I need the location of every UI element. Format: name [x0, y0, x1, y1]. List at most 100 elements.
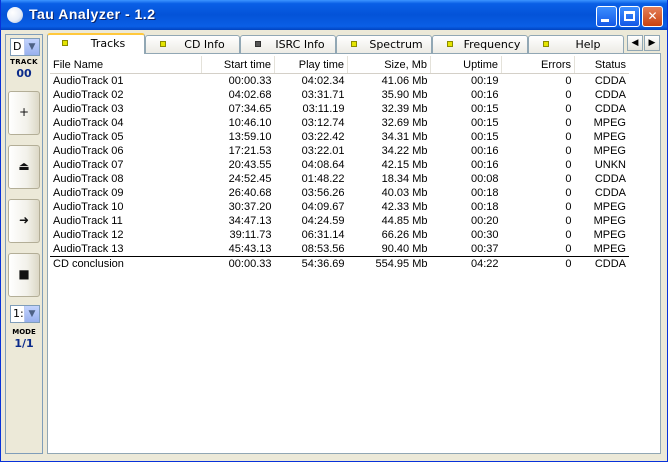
eject-button[interactable]: ⏏ — [8, 145, 40, 189]
cell-play-time: 03:11.19 — [302, 103, 345, 115]
app-icon[interactable] — [7, 7, 23, 23]
track-label: TRACK — [10, 58, 38, 66]
cell-errors: 0 — [565, 173, 572, 185]
next-button[interactable]: ➜ — [8, 199, 40, 243]
tab-frequency[interactable]: Frequency — [432, 35, 528, 53]
cell-status: CDDA — [594, 187, 626, 199]
minimize-button[interactable] — [596, 6, 617, 27]
cell-size: 44.85 Mb — [381, 215, 428, 227]
column-header-size[interactable]: Size, Mb — [347, 56, 431, 74]
cell-size: 42.33 Mb — [381, 201, 428, 213]
stop-button[interactable]: ■ — [8, 253, 40, 297]
tab-scroll-right-button[interactable]: ▶ — [644, 35, 660, 51]
table-row[interactable]: AudioTrack 04 10:46.10 03:12.74 32.69 Mb 00:… — [50, 116, 629, 130]
column-header-file-name[interactable]: File Name — [50, 56, 202, 74]
mode-select[interactable]: 1: ▼ — [10, 305, 40, 323]
tab-tracks[interactable]: Tracks — [47, 33, 145, 54]
table-row[interactable]: AudioTrack 10 30:37.20 04:09.67 42.33 Mb 00:… — [50, 200, 629, 214]
chevron-down-icon[interactable]: ▼ — [24, 39, 39, 55]
column-header-start-time[interactable]: Start time — [201, 56, 275, 74]
cell-file-name: AudioTrack 04 — [53, 117, 124, 129]
tab-label: ISRC Info — [275, 38, 325, 51]
cell-status: MPEG — [593, 145, 626, 157]
tab-cd-info[interactable]: CD Info — [145, 35, 240, 53]
cell-start-time: 30:37.20 — [228, 201, 272, 213]
cell-file-name: CD conclusion — [50, 256, 202, 271]
cell-status: CDDA — [574, 256, 629, 271]
cell-errors: 0 — [565, 215, 572, 227]
cell-start-time: 04:02.68 — [228, 89, 272, 101]
status-led-icon — [255, 41, 261, 47]
tab-spectrum[interactable]: Spectrum — [336, 35, 432, 53]
tab-strip: Tracks CD Info ISRC Info Spectrum Freque… — [47, 33, 661, 54]
table-row[interactable]: AudioTrack 03 07:34.65 03:11.19 32.39 Mb 00:… — [50, 102, 629, 116]
close-button[interactable]: ✕ — [642, 6, 663, 27]
eject-icon: ⏏ — [18, 159, 30, 173]
status-led-icon — [351, 41, 357, 47]
chevron-down-icon[interactable]: ▼ — [24, 306, 39, 322]
cell-play-time: 54:36.69 — [274, 256, 348, 271]
table-row[interactable]: AudioTrack 11 34:47.13 04:24.59 44.85 Mb 00:… — [50, 214, 629, 228]
table-row[interactable]: AudioTrack 13 45:43.13 08:53.56 90.40 Mb 00:… — [50, 242, 629, 257]
table-row[interactable]: AudioTrack 12 39:11.73 06:31.14 66.26 Mb 00:… — [50, 228, 629, 242]
mode-number: 1/1 — [14, 337, 34, 350]
column-header-status[interactable]: Status — [574, 56, 629, 74]
cell-size: 42.15 Mb — [381, 159, 428, 171]
add-button[interactable]: + — [8, 91, 40, 135]
minimize-icon — [601, 19, 609, 22]
left-control-panel: D ▼ TRACK 00 + ⏏ ➜ ■ 1: ▼ MODE 1/1 — [5, 34, 43, 454]
status-led-icon — [447, 41, 453, 47]
cell-size: 18.34 Mb — [381, 173, 428, 185]
cell-file-name: AudioTrack 07 — [53, 159, 124, 171]
summary-row[interactable]: CD conclusion 00:00.33 54:36.69 554.95 Mb 04… — [50, 256, 629, 271]
tab-label: Help — [575, 38, 601, 51]
cell-uptime: 00:08 — [470, 173, 499, 185]
maximize-button[interactable] — [619, 6, 640, 27]
column-header-play-time[interactable]: Play time — [274, 56, 348, 74]
cell-uptime: 00:30 — [470, 229, 499, 241]
table-row[interactable]: AudioTrack 08 24:52.45 01:48.22 18.34 Mb 00:… — [50, 172, 629, 186]
table-row[interactable]: AudioTrack 07 20:43.55 04:08.64 42.15 Mb 00:… — [50, 158, 629, 172]
cell-play-time: 04:02.34 — [301, 75, 345, 87]
tracks-table: File Name Start time Play time Size, Mb … — [50, 56, 629, 271]
column-header-errors[interactable]: Errors — [501, 56, 575, 74]
cell-start-time: 13:59.10 — [228, 131, 272, 143]
table-row[interactable]: AudioTrack 06 17:21.53 03:22.01 34.22 Mb 00:… — [50, 144, 629, 158]
cell-start-time: 34:47.13 — [228, 215, 272, 227]
cell-file-name: AudioTrack 12 — [53, 229, 124, 241]
stop-icon: ■ — [18, 267, 30, 281]
plus-icon: + — [18, 105, 30, 119]
tab-scroll-left-button[interactable]: ◀ — [627, 35, 643, 51]
cell-play-time: 03:22.01 — [301, 145, 345, 157]
table-row[interactable]: AudioTrack 02 04:02.68 03:31.71 35.90 Mb 00:… — [50, 88, 629, 102]
cell-start-time: 00:00.33 — [201, 256, 275, 271]
table-row[interactable]: AudioTrack 09 26:40.68 03:56.26 40.03 Mb 00:… — [50, 186, 629, 200]
cell-file-name: AudioTrack 01 — [53, 75, 124, 87]
table-row[interactable]: AudioTrack 05 13:59.10 03:22.42 34.31 Mb 00:… — [50, 130, 629, 144]
cell-file-name: AudioTrack 11 — [53, 215, 123, 227]
cell-uptime: 00:16 — [470, 159, 499, 171]
cell-file-name: AudioTrack 10 — [53, 201, 124, 213]
cell-start-time: 00:00.33 — [228, 75, 272, 87]
cell-start-time: 10:46.10 — [228, 117, 272, 129]
cell-errors: 0 — [565, 103, 572, 115]
tab-help[interactable]: Help — [528, 35, 624, 53]
cell-size: 34.31 Mb — [381, 131, 428, 143]
drive-select[interactable]: D ▼ — [10, 38, 40, 56]
cell-uptime: 00:16 — [470, 145, 499, 157]
title-bar[interactable]: Tau Analyzer - 1.2 ✕ — [1, 0, 667, 30]
cell-start-time: 26:40.68 — [228, 187, 272, 199]
tab-isrc-info[interactable]: ISRC Info — [240, 35, 336, 53]
cell-status: CDDA — [594, 103, 626, 115]
cell-start-time: 24:52.45 — [228, 173, 272, 185]
status-led-icon — [160, 41, 166, 47]
column-header-uptime[interactable]: Uptime — [430, 56, 502, 74]
cell-uptime: 04:22 — [430, 256, 502, 271]
cell-size: 35.90 Mb — [381, 89, 428, 101]
cell-status: CDDA — [594, 89, 626, 101]
status-led-icon — [62, 40, 68, 46]
cell-file-name: AudioTrack 03 — [53, 103, 124, 115]
cell-errors: 0 — [565, 89, 572, 101]
table-row[interactable]: AudioTrack 01 00:00.33 04:02.34 41.06 Mb 00:… — [50, 74, 629, 89]
cell-status: CDDA — [594, 173, 626, 185]
